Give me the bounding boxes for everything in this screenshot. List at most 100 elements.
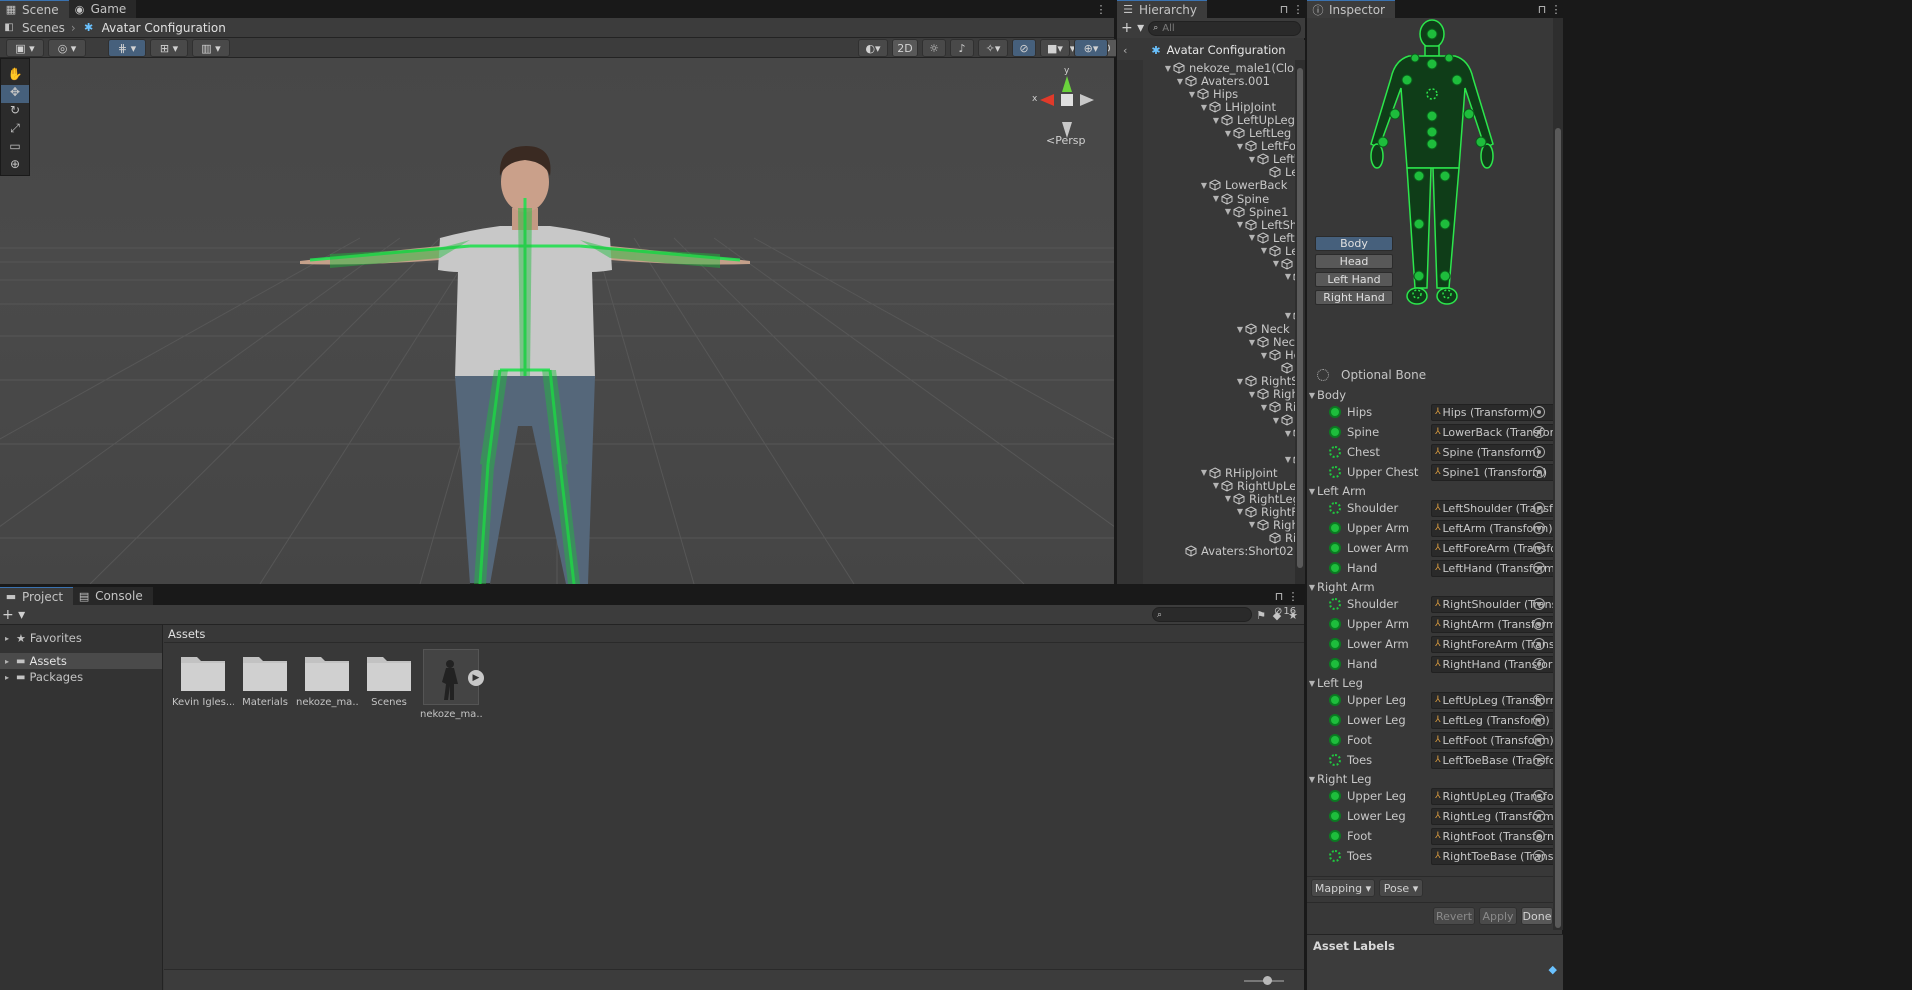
add-icon[interactable]: + ▾ xyxy=(2,607,25,623)
orientation-gizmo[interactable]: y x xyxy=(1030,66,1100,142)
draw-mode-button[interactable]: ▣ ▾ xyxy=(6,39,44,57)
expand-toggle-icon[interactable]: ▼ xyxy=(1259,351,1269,360)
expand-toggle-icon[interactable]: ▼ xyxy=(1235,507,1245,516)
object-picker-icon[interactable] xyxy=(1533,542,1545,554)
expand-toggle-icon[interactable]: ▼ xyxy=(1235,325,1245,334)
expand-toggle-icon[interactable]: ▼ xyxy=(1247,338,1257,347)
hierarchy-item[interactable]: ▼ xyxy=(1283,452,1295,468)
object-picker-icon[interactable] xyxy=(1533,658,1545,670)
expand-toggle-icon[interactable]: ▼ xyxy=(1247,155,1257,164)
pose-dropdown[interactable]: Pose ▾ xyxy=(1379,879,1423,897)
expand-toggle-icon[interactable]: ▼ xyxy=(1187,90,1197,99)
expand-toggle-icon[interactable]: ▼ xyxy=(1211,481,1221,490)
asset-item[interactable]: Kevin Igles... xyxy=(172,649,234,708)
toggle-2d-button[interactable]: 2D xyxy=(892,39,918,57)
scene-viewport[interactable]: y x <Persp xyxy=(0,58,1114,584)
expand-toggle-icon[interactable]: ▼ xyxy=(1235,377,1245,386)
tab-console[interactable]: ▤ Console xyxy=(73,587,153,605)
expand-toggle-icon[interactable]: ▼ xyxy=(1223,494,1233,503)
hierarchy-item[interactable]: ▼ xyxy=(1283,425,1295,441)
more-options-icon[interactable]: ⋮ xyxy=(1286,589,1300,603)
expand-toggle-icon[interactable]: ▼ xyxy=(1235,220,1245,229)
expand-toggle-icon[interactable]: ▼ xyxy=(1247,233,1257,242)
object-picker-icon[interactable] xyxy=(1533,734,1545,746)
add-icon[interactable]: + ▾ xyxy=(1121,20,1144,36)
hierarchy-search-input[interactable]: ⌕ All xyxy=(1148,20,1301,36)
sidebar-item-packages[interactable]: ▸ ▬ Packages xyxy=(0,669,162,685)
asset-item[interactable]: nekoze_ma... xyxy=(296,649,358,708)
object-picker-icon[interactable] xyxy=(1533,562,1545,574)
tab-hierarchy[interactable]: ☰ Hierarchy xyxy=(1117,0,1208,18)
object-picker-icon[interactable] xyxy=(1533,694,1545,706)
object-picker-icon[interactable] xyxy=(1533,810,1545,822)
sidebar-item-favorites[interactable]: ▸ ★ Favorites xyxy=(0,629,162,647)
body-button[interactable]: Body xyxy=(1315,236,1393,251)
play-icon[interactable]: ▶ xyxy=(468,670,484,686)
asset-item[interactable]: ▶ nekoze_ma... xyxy=(420,649,484,720)
expand-toggle-icon[interactable]: ▼ xyxy=(1259,246,1269,255)
transform-tool-icon[interactable]: ⊕ xyxy=(1,157,29,175)
sidebar-item-assets[interactable]: ▸ ▬ Assets xyxy=(0,653,162,669)
expand-toggle-icon[interactable]: ▼ xyxy=(1199,181,1209,190)
tab-game[interactable]: ◉ Game xyxy=(68,0,137,18)
object-picker-icon[interactable] xyxy=(1533,638,1545,650)
project-search-input[interactable]: ⌕ xyxy=(1152,607,1252,622)
object-picker-icon[interactable] xyxy=(1533,618,1545,630)
revert-button[interactable]: Revert xyxy=(1433,907,1475,925)
tab-inspector[interactable]: ⓘ Inspector xyxy=(1307,0,1395,18)
expand-toggle-icon[interactable]: ▼ xyxy=(1271,259,1281,268)
inspector-scrollbar[interactable] xyxy=(1553,18,1563,930)
expand-toggle-icon[interactable]: ▼ xyxy=(1283,429,1293,438)
back-arrow-icon[interactable]: ‹ xyxy=(1123,44,1127,57)
tag-icon[interactable]: ◆ xyxy=(1549,963,1557,976)
avatar-body-map[interactable]: Body Head Left Hand Right Hand xyxy=(1307,18,1553,308)
expand-toggle-icon[interactable]: ▼ xyxy=(1223,207,1233,216)
avatar-model[interactable] xyxy=(0,58,1114,584)
move-tool-icon[interactable]: ✥ xyxy=(1,85,29,103)
right-hand-button[interactable]: Right Hand xyxy=(1315,290,1393,305)
object-picker-icon[interactable] xyxy=(1533,446,1545,458)
shading-mode-button[interactable]: ◐▾ xyxy=(858,39,888,57)
lock-icon[interactable]: ⊓ xyxy=(1277,2,1291,16)
object-picker-icon[interactable] xyxy=(1533,406,1545,418)
more-options-icon[interactable]: ⋮ xyxy=(1291,2,1305,16)
more-options-icon[interactable]: ⋮ xyxy=(1549,2,1563,16)
object-picker-icon[interactable] xyxy=(1533,522,1545,534)
apply-button[interactable]: Apply xyxy=(1479,907,1517,925)
expand-toggle-icon[interactable]: ▼ xyxy=(1259,403,1269,412)
left-hand-button[interactable]: Left Hand xyxy=(1315,272,1393,287)
render-mode-button[interactable]: ◎ ▾ xyxy=(48,39,86,57)
hierarchy-scroll-thumb[interactable] xyxy=(1297,68,1303,568)
grid-visibility-button[interactable]: ▥ ▾ xyxy=(192,39,230,57)
expand-toggle-icon[interactable]: ▼ xyxy=(1199,468,1209,477)
object-picker-icon[interactable] xyxy=(1533,790,1545,802)
object-picker-icon[interactable] xyxy=(1533,598,1545,610)
expand-toggle-icon[interactable]: ▼ xyxy=(1163,64,1173,73)
mapping-dropdown[interactable]: Mapping ▾ xyxy=(1311,879,1375,897)
scene-visibility-icon[interactable]: ⊘ xyxy=(1012,39,1036,57)
done-button[interactable]: Done xyxy=(1521,907,1553,925)
gizmos-icon[interactable]: ⊕▾ xyxy=(1074,39,1108,57)
expand-toggle-icon[interactable]: ▼ xyxy=(1211,116,1221,125)
lock-icon[interactable]: ⊓ xyxy=(1535,2,1549,16)
breadcrumb-scenes[interactable]: Scenes xyxy=(22,21,65,35)
object-picker-icon[interactable] xyxy=(1533,466,1545,478)
camera-icon[interactable]: ■▾ xyxy=(1040,39,1070,57)
hidden-count[interactable]: ⊘ 16 xyxy=(1274,604,1296,618)
expand-toggle-icon[interactable]: ▼ xyxy=(1235,142,1245,151)
object-picker-icon[interactable] xyxy=(1533,426,1545,438)
expand-toggle-icon[interactable]: ▼ xyxy=(1283,272,1293,281)
object-picker-icon[interactable] xyxy=(1533,714,1545,726)
expand-toggle-icon[interactable]: ▼ xyxy=(1283,455,1293,464)
audio-icon[interactable]: ♪ xyxy=(950,39,974,57)
tab-project[interactable]: ▬ Project xyxy=(0,587,74,605)
expand-toggle-icon[interactable]: ▼ xyxy=(1271,416,1281,425)
object-picker-icon[interactable] xyxy=(1533,502,1545,514)
lighting-icon[interactable]: ☼ xyxy=(922,39,946,57)
hand-tool-icon[interactable]: ✋ xyxy=(1,67,29,85)
hierarchy-scrollbar[interactable] xyxy=(1295,60,1305,584)
expand-toggle-icon[interactable]: ▼ xyxy=(1223,129,1233,138)
object-picker-icon[interactable] xyxy=(1533,754,1545,766)
rotate-tool-icon[interactable]: ↻ xyxy=(1,103,29,121)
object-picker-icon[interactable] xyxy=(1533,850,1545,862)
